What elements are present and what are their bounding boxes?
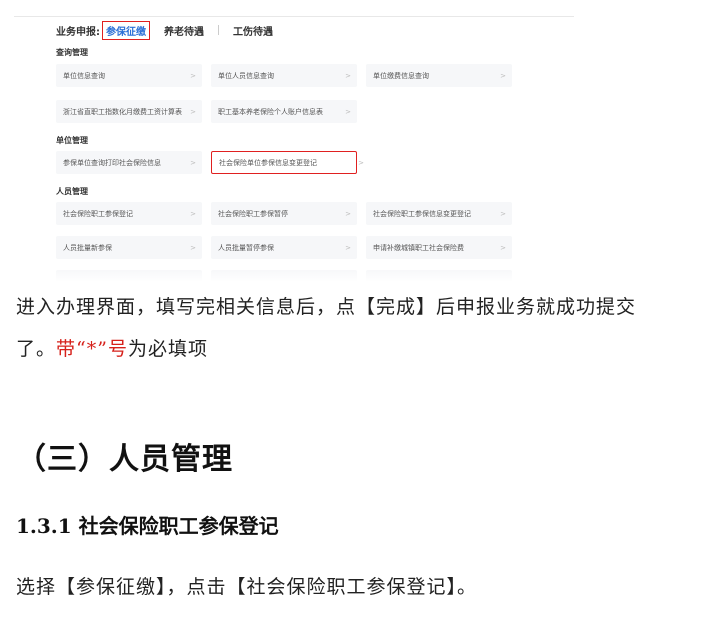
tab-pension[interactable]: 养老待遇 [160,21,208,40]
menu-item-label: 社会保险职工参保信息变更登记 [373,209,471,218]
divider [14,16,574,17]
required-mark-note: 带“*”号 [56,338,128,360]
menu-item-pension-account-table[interactable]: 职工基本养老保险个人账户信息表 > [211,100,357,123]
menu-item-unit-info-query[interactable]: 单位信息查询 > [56,64,202,87]
paragraph-text: 了。 [16,338,57,360]
menu-item-staff-suspend[interactable]: 社会保险职工参保暂停 > [211,202,357,225]
business-tab-bar: 业务申报: 参保征缴 养老待遇 工伤待遇 [56,20,287,40]
chevron-right-icon: > [190,107,196,116]
chevron-right-icon: > [345,243,351,252]
screenshot-fade [14,268,574,282]
menu-item-label: 社会保险职工参保暂停 [218,209,288,218]
menu-item-label: 单位缴费信息查询 [373,71,429,80]
section-title-query: 查询管理 [56,48,88,57]
chevron-right-icon: > [345,209,351,218]
menu-item-label: 浙江省直职工指数化月缴费工资计算表 [63,107,182,116]
menu-item-print-unit-insurance[interactable]: 参保单位查询打印社会保险信息 > [56,151,202,174]
menu-item-label: 申请补缴城镇职工社会保险费 [373,243,464,252]
subsection-heading: 1.3.1 社会保险职工参保登记 [16,514,279,538]
chevron-right-icon: > [190,209,196,218]
chevron-right-icon: > [500,243,506,252]
tab-contribution[interactable]: 参保征缴 [102,20,150,40]
tab-bar-prefix: 业务申报: [56,26,100,38]
section-title-personnel: 人员管理 [56,187,88,196]
section-heading: （三）人员管理 [16,442,233,477]
menu-item-unit-staff-query[interactable]: 单位人员信息查询 > [211,64,357,87]
section-title-unit: 单位管理 [56,136,88,145]
menu-item-batch-suspend[interactable]: 人员批量暂停参保 > [211,236,357,259]
menu-item-unit-info-change[interactable]: 社会保险单位参保信息变更登记 > [211,151,364,174]
menu-item-staff-info-change[interactable]: 社会保险职工参保信息变更登记 > [366,202,512,225]
menu-item-label: 单位人员信息查询 [218,71,274,80]
menu-item-label: 社会保险单位参保信息变更登记 [219,158,317,167]
paragraph-submit-line2: 了。带“*”号为必填项 [16,334,706,361]
menu-item-label: 人员批量新参保 [63,243,112,252]
chevron-right-icon: > [500,71,506,80]
tab-injury[interactable]: 工伤待遇 [229,21,277,40]
chevron-right-icon: > [345,107,351,116]
menu-item-label: 职工基本养老保险个人账户信息表 [218,107,323,116]
chevron-right-icon: > [190,71,196,80]
menu-item-back-payment[interactable]: 申请补缴城镇职工社会保险费 > [366,236,512,259]
chevron-right-icon: > [190,243,196,252]
menu-item-label: 参保单位查询打印社会保险信息 [63,158,161,167]
menu-item-label: 人员批量暂停参保 [218,243,274,252]
menu-item-label: 单位信息查询 [63,71,105,80]
menu-item-indexed-wage-table[interactable]: 浙江省直职工指数化月缴费工资计算表 > [56,100,202,123]
menu-item-batch-enroll[interactable]: 人员批量新参保 > [56,236,202,259]
chevron-right-icon: > [190,158,196,167]
paragraph-text: 为必填项 [127,338,208,360]
menu-item-staff-enrollment[interactable]: 社会保险职工参保登记 > [56,202,202,225]
tab-separator [218,25,219,35]
paragraph-submit-line1: 进入办理界面，填写完相关信息后，点【完成】后申报业务就成功提交 [16,296,637,318]
menu-item-unit-payment-query[interactable]: 单位缴费信息查询 > [366,64,512,87]
embedded-screenshot: 业务申报: 参保征缴 养老待遇 工伤待遇 查询管理 单位信息查询 > 单位人员信… [14,0,574,282]
menu-item-label: 社会保险职工参保登记 [63,209,133,218]
chevron-right-icon: > [500,209,506,218]
paragraph-instruction: 选择【参保征缴】，点击【社会保险职工参保登记】。 [16,576,478,598]
chevron-right-icon: > [358,158,364,167]
chevron-right-icon: > [345,71,351,80]
